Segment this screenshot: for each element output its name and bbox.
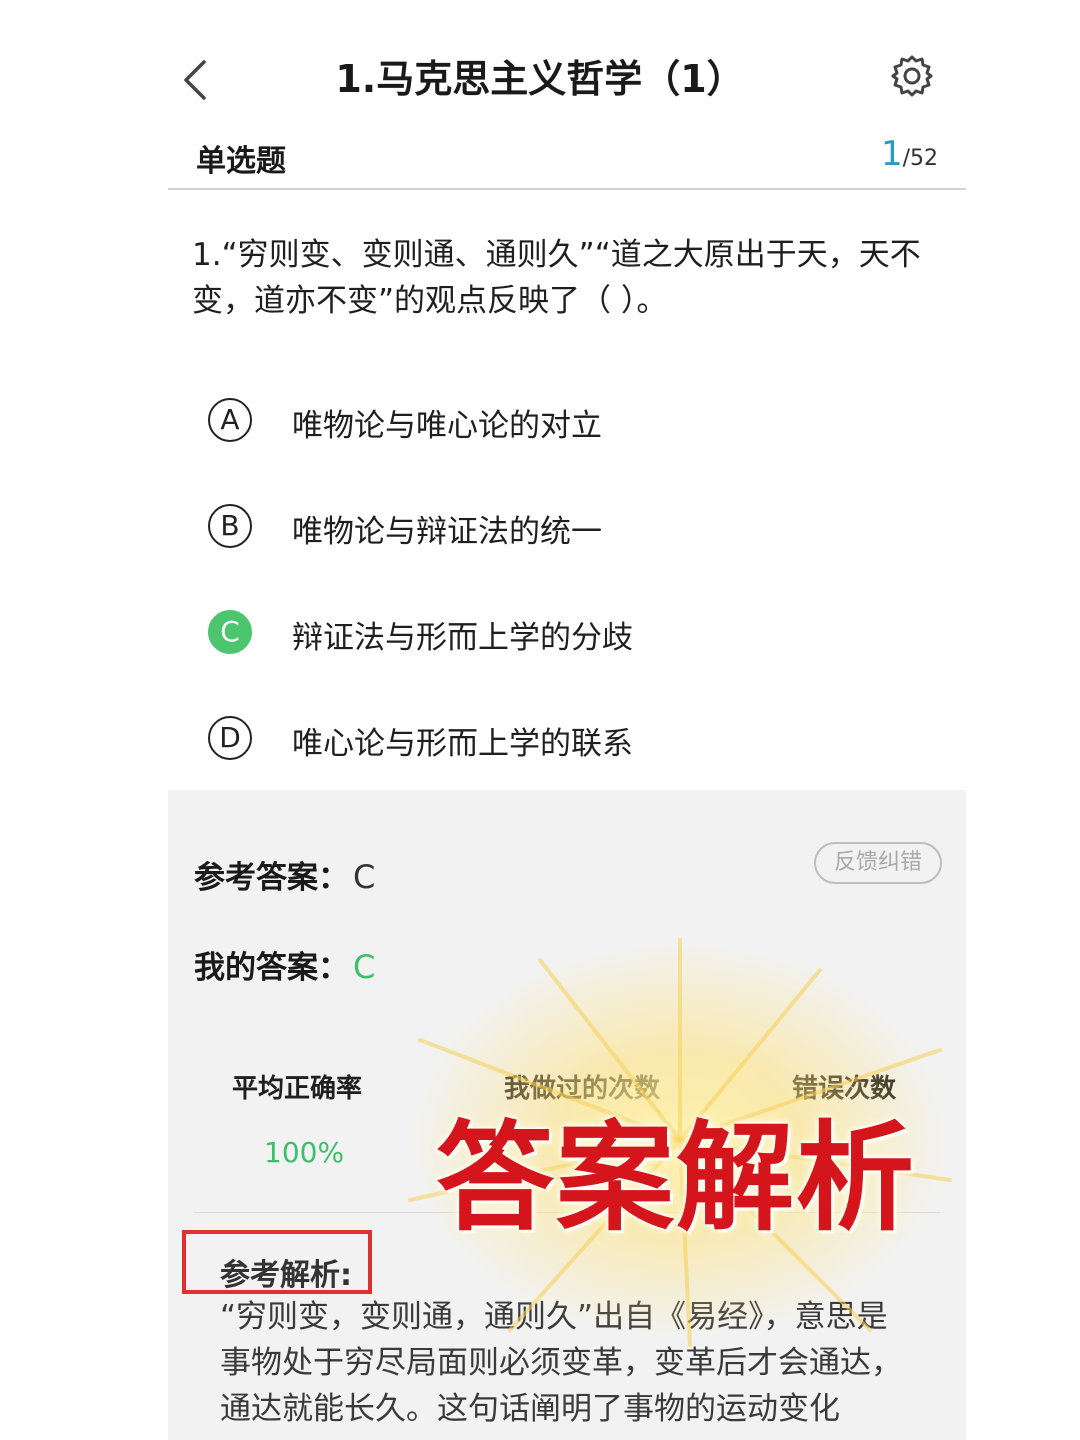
accuracy-label: 平均正确率 xyxy=(232,1074,363,1104)
option-a-letter: A xyxy=(208,398,252,442)
option-d-text: 唯心论与形而上学的联系 xyxy=(292,726,633,762)
total-questions: /52 xyxy=(902,146,938,171)
overlay-title: 答案解析 xyxy=(435,1108,916,1247)
option-d-letter: D xyxy=(208,716,252,760)
top-bar: 1.马克思主义哲学（1） xyxy=(0,0,1080,140)
my-answer: 我的答案： C xyxy=(194,942,375,987)
option-a[interactable]: A 唯物论与唯心论的对立 xyxy=(208,390,808,450)
option-c-text: 辩证法与形而上学的分歧 xyxy=(292,620,633,656)
feedback-button[interactable]: 反馈纠错 xyxy=(814,842,942,884)
question-text: 1.“穷则变、变则通、通则久”“道之大原出于天，天不变，道亦不变”的观点反映了（… xyxy=(192,237,921,319)
analysis-label: 参考解析: xyxy=(220,1258,352,1293)
settings-button[interactable] xyxy=(890,54,934,98)
accuracy-value: 100% xyxy=(264,1136,345,1169)
reference-answer-label: 参考答案： xyxy=(194,860,349,896)
my-answer-value: C xyxy=(353,948,376,986)
option-b-text: 唯物论与辩证法的统一 xyxy=(292,514,602,550)
gear-icon xyxy=(891,55,933,97)
option-b-letter: B xyxy=(208,504,252,548)
option-c[interactable]: C 辩证法与形而上学的分歧 xyxy=(208,602,808,662)
my-answer-label: 我的答案： xyxy=(194,950,349,986)
current-question-number: 1 xyxy=(880,134,903,174)
question-type-bar: 单选题 1/52 xyxy=(168,120,966,190)
reference-answer: 参考答案： C xyxy=(194,852,375,897)
option-d[interactable]: D 唯心论与形而上学的联系 xyxy=(208,708,808,768)
question-counter: 1/52 xyxy=(881,134,938,174)
option-c-letter: C xyxy=(208,610,252,654)
question-type-label: 单选题 xyxy=(196,144,286,179)
option-a-text: 唯物论与唯心论的对立 xyxy=(292,408,602,444)
analysis-text: “穷则变，变则通，通则久”出自《易经》，意思是事物处于穷尽局面则必须变革，变革后… xyxy=(220,1299,902,1427)
reference-answer-value: C xyxy=(353,858,376,896)
option-b[interactable]: B 唯物论与辩证法的统一 xyxy=(208,496,808,556)
